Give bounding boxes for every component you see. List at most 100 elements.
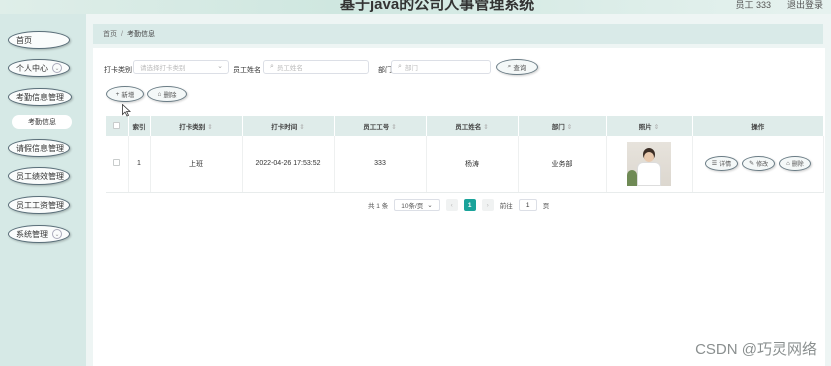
row-checkbox[interactable] bbox=[113, 159, 121, 167]
row-delete-button-label: 删除 bbox=[791, 162, 804, 169]
table-row: 1 上班 2022-04-26 17:53:52 333 杨涛 业务部 ☰ 详情… bbox=[106, 136, 824, 193]
delete-button-label: 删除 bbox=[163, 92, 177, 99]
sidebar-subitem-attendance-info[interactable]: 考勤信息 bbox=[12, 115, 72, 129]
sort-icon[interactable]: ⇕ bbox=[391, 124, 396, 131]
chevron-down-icon: ⌄ bbox=[52, 229, 62, 239]
sidebar-item-performance-management[interactable]: 员工绩效管理 bbox=[8, 167, 70, 185]
column-header-punch-time[interactable]: 打卡时间 ⇕ bbox=[242, 116, 335, 136]
search-button[interactable]: ⌕ 查询 bbox=[496, 59, 538, 75]
sort-icon[interactable]: ⇕ bbox=[483, 124, 488, 131]
page-size-value: 10条/页 bbox=[401, 203, 424, 210]
sidebar-item-label: 员工绩效管理 bbox=[16, 171, 64, 181]
chevron-down-icon: ⌄ bbox=[52, 63, 62, 73]
add-button-label: 新增 bbox=[121, 92, 135, 99]
sidebar-item-label: 请假信息管理 bbox=[16, 143, 64, 153]
sidebar-item-personal-center[interactable]: 个人中心 ⌄ bbox=[8, 59, 70, 77]
cell-index: 1 bbox=[128, 136, 151, 193]
cell-photo bbox=[606, 136, 693, 193]
column-header-index: 索引 bbox=[128, 116, 151, 136]
punch-type-select[interactable]: 请选择打卡类别 ⌄ bbox=[133, 60, 229, 74]
sidebar-item-label: 考勤信息管理 bbox=[16, 92, 64, 102]
cell-punch-type: 上班 bbox=[150, 136, 243, 193]
sidebar-item-label: 系统管理 bbox=[16, 229, 48, 239]
trash-icon: ⌂ bbox=[157, 90, 162, 98]
goto-label: 前往 bbox=[499, 203, 513, 210]
add-button[interactable]: + 新增 bbox=[106, 86, 144, 102]
punch-type-label: 打卡类别 bbox=[104, 67, 132, 74]
cell-actions: ☰ 详情 ✎ 修改 ⌂ 删除 bbox=[692, 136, 824, 193]
breadcrumb-current: 考勤信息 bbox=[126, 31, 155, 38]
department-label: 部门 bbox=[378, 67, 392, 74]
goto-page-input[interactable]: 1 bbox=[518, 199, 537, 211]
table-header-row: 索引 打卡类别 ⇕ 打卡时间 ⇕ 员工工号 ⇕ 员工姓名 ⇕ 部门 ⇕ 照片 ⇕ 操作 bbox=[106, 116, 824, 136]
search-icon: ⌕ bbox=[270, 63, 274, 70]
attendance-table: 索引 打卡类别 ⇕ 打卡时间 ⇕ 员工工号 ⇕ 员工姓名 ⇕ 部门 ⇕ 照片 ⇕ 操作 1 … bbox=[106, 116, 824, 193]
detail-button-label: 详情 bbox=[719, 162, 732, 169]
page-number-current[interactable]: 1 bbox=[463, 199, 476, 211]
select-all-checkbox[interactable] bbox=[113, 121, 121, 129]
logout-link[interactable]: 退出登录 bbox=[787, 0, 823, 11]
cell-employee-name: 杨涛 bbox=[426, 136, 519, 193]
column-header-employee-name[interactable]: 员工姓名 ⇕ bbox=[426, 116, 519, 136]
sidebar-item-leave-management[interactable]: 请假信息管理 bbox=[8, 139, 70, 157]
sort-icon[interactable]: ⇕ bbox=[654, 124, 659, 131]
pagination: 共 1 条 10条/页 ⌄ ‹ 1 › 前往 1 页 bbox=[368, 198, 549, 212]
select-all-cell[interactable] bbox=[106, 116, 129, 136]
sidebar-item-label: 个人中心 bbox=[16, 63, 48, 73]
sidebar-item-attendance-management[interactable]: 考勤信息管理 bbox=[8, 88, 72, 106]
page-unit: 页 bbox=[542, 203, 550, 210]
employee-photo[interactable] bbox=[627, 141, 671, 186]
row-select-cell[interactable] bbox=[106, 136, 129, 193]
edit-button[interactable]: ✎ 修改 bbox=[742, 156, 776, 172]
content-card: 打卡类别 请选择打卡类别 ⌄ 员工姓名 ⌕ 员工姓名 部门 ⌕ 部门 ⌕ 查询 … bbox=[93, 48, 825, 366]
chevron-down-icon: ⌄ bbox=[427, 202, 433, 209]
sidebar-item-system-management[interactable]: 系统管理 ⌄ bbox=[8, 225, 70, 243]
edit-button-label: 修改 bbox=[756, 162, 769, 169]
detail-button[interactable]: ☰ 详情 bbox=[704, 156, 739, 172]
chevron-down-icon: ⌄ bbox=[217, 63, 223, 70]
department-input[interactable]: ⌕ 部门 bbox=[391, 60, 491, 74]
employee-name-label: 员工姓名 bbox=[233, 67, 261, 74]
next-page-button[interactable]: › bbox=[481, 199, 494, 211]
sidebar-item-home[interactable]: 首页 bbox=[8, 31, 70, 49]
prev-page-button[interactable]: ‹ bbox=[445, 199, 458, 211]
column-header-actions: 操作 bbox=[692, 116, 824, 136]
edit-icon: ✎ bbox=[749, 161, 755, 168]
sort-icon[interactable]: ⇕ bbox=[567, 124, 572, 131]
employee-name-input[interactable]: ⌕ 员工姓名 bbox=[263, 60, 369, 74]
system-title: 基于java的公司人事管理系统 bbox=[340, 0, 535, 13]
sidebar-item-salary-management[interactable]: 员工工资管理 bbox=[8, 196, 70, 214]
breadcrumb: 首页 / 考勤信息 bbox=[93, 24, 823, 44]
delete-button[interactable]: ⌂ 删除 bbox=[147, 86, 187, 102]
cell-department: 业务部 bbox=[518, 136, 607, 193]
page-size-select[interactable]: 10条/页 ⌄ bbox=[394, 199, 440, 211]
employee-name-placeholder: 员工姓名 bbox=[276, 65, 303, 72]
plus-icon: + bbox=[115, 90, 120, 98]
sort-icon[interactable]: ⇕ bbox=[207, 124, 212, 131]
trash-icon: ⌂ bbox=[786, 160, 790, 167]
column-header-employee-id[interactable]: 员工工号 ⇕ bbox=[334, 116, 427, 136]
search-icon: ⌕ bbox=[398, 63, 402, 70]
sort-icon[interactable]: ⇕ bbox=[299, 124, 304, 131]
watermark: CSDN @巧灵网络 bbox=[695, 341, 817, 358]
department-placeholder: 部门 bbox=[404, 65, 418, 72]
main-content: 首页 / 考勤信息 打卡类别 请选择打卡类别 ⌄ 员工姓名 ⌕ 员工姓名 部门 … bbox=[86, 14, 831, 366]
sidebar-item-label: 考勤信息 bbox=[28, 119, 56, 126]
column-header-department[interactable]: 部门 ⇕ bbox=[518, 116, 607, 136]
column-header-photo[interactable]: 照片 ⇕ bbox=[606, 116, 693, 136]
search-button-label: 查询 bbox=[513, 65, 527, 72]
total-count: 共 1 条 bbox=[368, 203, 389, 210]
breadcrumb-home[interactable]: 首页 bbox=[103, 29, 117, 39]
cell-punch-time: 2022-04-26 17:53:52 bbox=[242, 136, 335, 193]
breadcrumb-separator: / bbox=[121, 30, 123, 38]
sidebar-item-label: 员工工资管理 bbox=[16, 200, 64, 210]
search-icon: ⌕ bbox=[507, 63, 512, 70]
row-delete-button[interactable]: ⌂ 删除 bbox=[779, 156, 811, 172]
sidebar: 首页 个人中心 ⌄ 考勤信息管理 考勤信息 请假信息管理 员工绩效管理 员工工资… bbox=[0, 14, 86, 366]
column-header-punch-type[interactable]: 打卡类别 ⇕ bbox=[150, 116, 243, 136]
cell-employee-id: 333 bbox=[334, 136, 427, 193]
sidebar-item-label: 首页 bbox=[16, 35, 32, 45]
list-icon: ☰ bbox=[711, 161, 718, 168]
current-user: 员工 333 bbox=[735, 0, 771, 10]
top-bar: 基于java的公司人事管理系统 员工 333 退出登录 bbox=[0, 0, 831, 14]
